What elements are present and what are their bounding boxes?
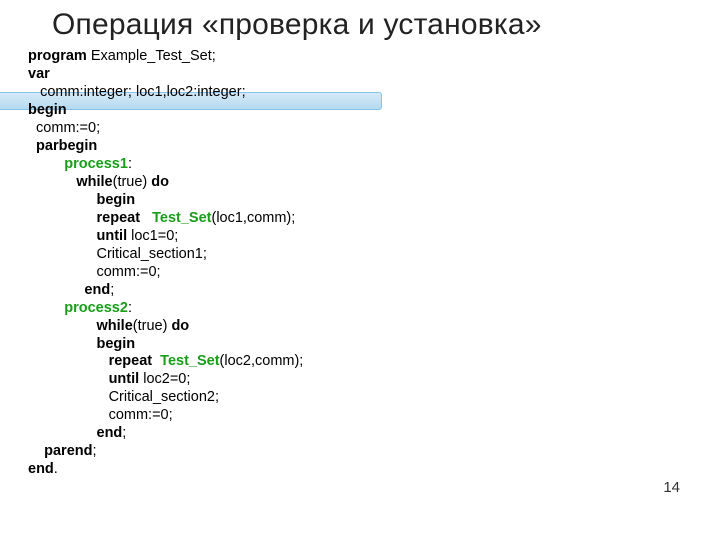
kw-parbegin: parbegin xyxy=(28,138,97,154)
kw-while: while xyxy=(76,174,112,190)
kw-end: end xyxy=(97,425,123,441)
kw-do: do xyxy=(171,318,189,334)
txt: ; xyxy=(122,425,126,441)
page-number: 14 xyxy=(663,479,680,496)
code-block: program Example_Test_Set; var comm:integ… xyxy=(28,48,692,479)
slide: Операция «проверка и установка» program … xyxy=(0,0,720,479)
txt: (loc1,comm); xyxy=(211,210,295,226)
ind xyxy=(28,425,97,441)
txt: ; xyxy=(92,443,96,459)
txt: comm:=0; xyxy=(28,407,173,423)
page-title: Операция «проверка и установка» xyxy=(28,8,692,42)
txt: Critical_section1; xyxy=(28,246,207,262)
ind xyxy=(28,353,109,369)
txt: (true) xyxy=(113,174,152,190)
txt: (loc2,comm); xyxy=(220,353,304,369)
ind xyxy=(28,282,84,298)
kw-end: end xyxy=(28,461,54,477)
kw-end: end xyxy=(84,282,110,298)
kw-parend: parend xyxy=(44,443,92,459)
ind xyxy=(28,336,97,352)
txt: loc2=0; xyxy=(139,371,190,387)
ind xyxy=(28,443,44,459)
title-wrap: Операция «проверка и установка» xyxy=(28,8,692,42)
kw-program: program xyxy=(28,48,87,64)
kw-repeat: repeat xyxy=(109,353,161,369)
txt: : xyxy=(128,300,132,316)
txt: Critical_section2; xyxy=(28,389,219,405)
process1-label: process1 xyxy=(28,156,128,172)
kw-until: until xyxy=(97,228,128,244)
txt: ; xyxy=(110,282,114,298)
txt: . xyxy=(54,461,58,477)
ind xyxy=(28,371,109,387)
kw-while: while xyxy=(97,318,133,334)
ind xyxy=(28,228,97,244)
ind xyxy=(28,210,97,226)
process2-label: process2 xyxy=(28,300,128,316)
txt: comm:=0; xyxy=(28,120,100,136)
txt: Example_Test_Set; xyxy=(87,48,216,64)
ind xyxy=(28,174,76,190)
kw-var: var xyxy=(28,66,50,82)
txt: (true) xyxy=(133,318,172,334)
txt: loc1=0; xyxy=(127,228,178,244)
testset-call: Test_Set xyxy=(152,210,211,226)
kw-repeat: repeat xyxy=(97,210,153,226)
ind xyxy=(28,192,97,208)
ind xyxy=(28,318,97,334)
kw-until: until xyxy=(109,371,140,387)
txt: comm:integer; loc1,loc2:integer; xyxy=(28,84,246,100)
testset-call: Test_Set xyxy=(160,353,219,369)
kw-begin: begin xyxy=(28,102,67,118)
kw-do: do xyxy=(151,174,169,190)
txt: : xyxy=(128,156,132,172)
txt: comm:=0; xyxy=(28,264,161,280)
kw-begin: begin xyxy=(97,192,136,208)
kw-begin: begin xyxy=(97,336,136,352)
